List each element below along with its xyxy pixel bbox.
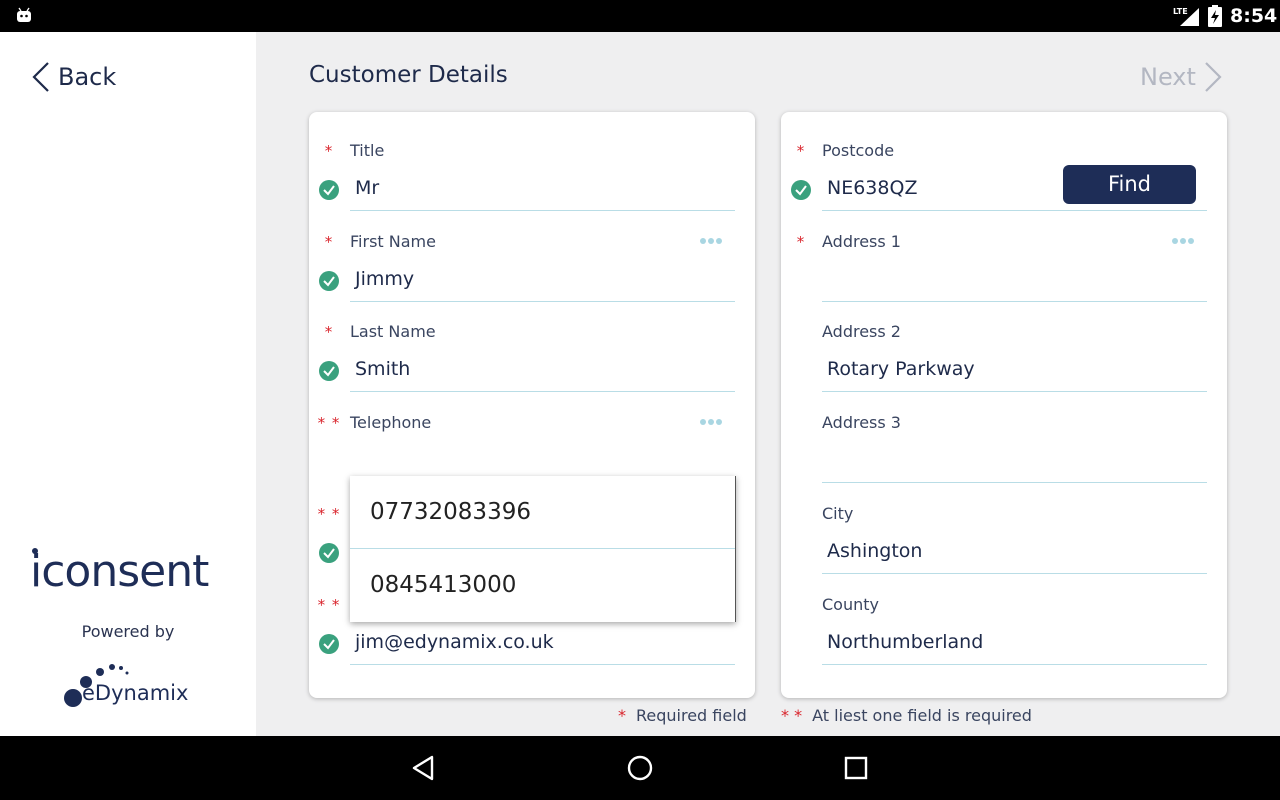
county-field[interactable]: County Northumberland [781, 574, 1227, 665]
svg-text:eDynamix: eDynamix [82, 681, 188, 705]
last-name-field[interactable]: * Last Name Smith [309, 301, 755, 392]
required-legend: * Required field [618, 706, 747, 725]
check-circle-icon [319, 361, 339, 381]
check-circle-icon [791, 180, 811, 200]
first-name-value[interactable]: Jimmy [355, 268, 685, 290]
email-value[interactable]: jim@edynamix.co.uk [355, 631, 685, 653]
chevron-right-icon [1205, 62, 1222, 92]
svg-text:LTE: LTE [1173, 7, 1188, 16]
battery-charging-icon [1208, 5, 1222, 27]
last-name-value[interactable]: Smith [355, 358, 685, 380]
next-button[interactable]: Next [1140, 60, 1224, 94]
postcode-field[interactable]: * Postcode NE638QZ Find [781, 120, 1227, 211]
find-button[interactable]: Find [1063, 165, 1196, 204]
atleast-one-legend: * * At liest one field is required [781, 706, 1032, 725]
field-label: Address 2 [822, 322, 901, 341]
address2-field[interactable]: Address 2 Rotary Parkway [781, 301, 1227, 392]
check-circle-icon [319, 271, 339, 291]
more-dots-icon[interactable] [699, 237, 723, 245]
svg-text:iconsent: iconsent [30, 546, 209, 592]
field-underline [350, 664, 735, 665]
field-label: First Name [350, 232, 436, 251]
required-marker: * [796, 233, 806, 251]
telephone-field[interactable]: * * Telephone [309, 392, 755, 483]
address2-value[interactable]: Rotary Parkway [827, 358, 1157, 380]
check-circle-icon [319, 180, 339, 200]
nav-back-icon[interactable] [408, 752, 440, 784]
field-label: Address 1 [822, 232, 901, 251]
page-title: Customer Details [309, 62, 508, 88]
legend-text: At liest one field is required [812, 706, 1032, 725]
check-circle-icon [319, 634, 339, 654]
required-marker: * * [317, 505, 341, 523]
status-time: 8:54 [1230, 5, 1278, 27]
field-label: Last Name [350, 322, 436, 341]
field-label: Address 3 [822, 413, 901, 432]
suggestion-option[interactable]: 07732083396 [350, 476, 735, 549]
nav-home-icon[interactable] [624, 752, 656, 784]
county-value[interactable]: Northumberland [827, 631, 1157, 653]
suggestion-option[interactable]: 0845413000 [350, 549, 735, 622]
back-label: Back [58, 63, 117, 91]
legend-text: Required field [636, 706, 747, 725]
required-marker: * [618, 706, 626, 725]
next-label: Next [1140, 63, 1196, 91]
required-marker: * [324, 142, 334, 160]
chevron-left-icon [32, 62, 49, 92]
city-field[interactable]: City Ashington [781, 483, 1227, 574]
powered-by-text: Powered by [81, 622, 175, 641]
address-card: * Postcode NE638QZ Find * Address 1 Addr… [781, 112, 1227, 698]
title-field[interactable]: * Title Mr [309, 120, 755, 211]
address3-field[interactable]: Address 3 [781, 392, 1227, 483]
more-dots-icon[interactable] [1171, 237, 1195, 245]
required-marker: * [796, 142, 806, 160]
nav-recents-icon[interactable] [840, 752, 872, 784]
required-marker: * * [317, 414, 341, 432]
address1-field[interactable]: * Address 1 [781, 211, 1227, 302]
first-name-field[interactable]: * First Name Jimmy [309, 211, 755, 302]
android-notification-icon [17, 7, 31, 22]
required-marker: * * [317, 596, 341, 614]
field-label: Telephone [350, 413, 432, 432]
field-underline [822, 664, 1207, 665]
title-value[interactable]: Mr [355, 177, 685, 199]
navigation-bar [0, 736, 1280, 800]
telephone-suggestions-dropdown: 07732083396 0845413000 [350, 476, 736, 622]
field-label: City [822, 504, 854, 523]
sidebar: Back iconsent Powered by eDynamix [0, 32, 256, 736]
check-circle-icon [319, 543, 339, 563]
required-marker: * [324, 233, 334, 251]
required-marker: * * [781, 706, 803, 725]
lte-signal-icon: LTE [1173, 7, 1199, 26]
field-label: Title [350, 141, 385, 160]
field-label: Postcode [822, 141, 895, 160]
back-button[interactable]: Back [30, 60, 116, 94]
edynamix-logo: eDynamix [64, 664, 188, 707]
iconsent-logo: iconsent [30, 546, 210, 592]
city-value[interactable]: Ashington [827, 540, 1157, 562]
more-dots-icon[interactable] [699, 418, 723, 426]
field-label: County [822, 595, 879, 614]
status-bar: LTE 8:54 [0, 0, 1280, 32]
required-marker: * [324, 323, 334, 341]
